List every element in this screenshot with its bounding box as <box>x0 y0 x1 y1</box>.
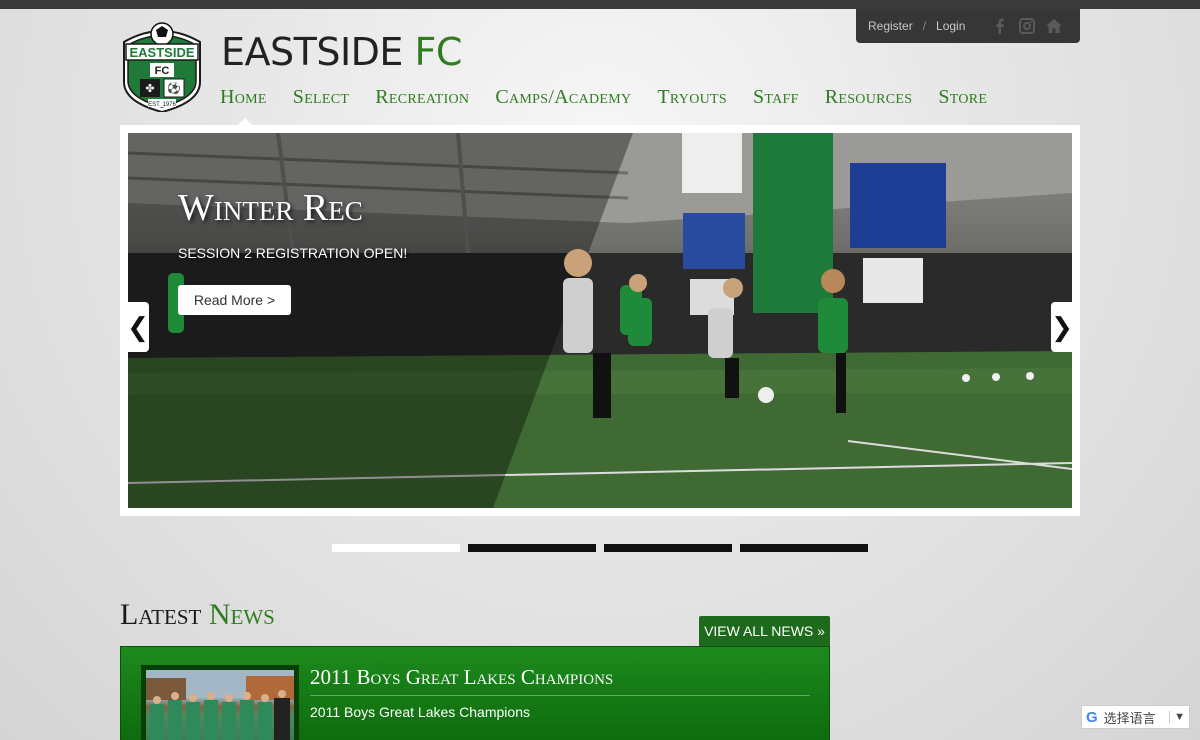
nav-item-staff[interactable]: Staff <box>753 86 799 109</box>
slider-next-button[interactable]: ❯ <box>1051 302 1073 352</box>
news-divider <box>310 695 810 696</box>
logo-badge: FC <box>155 65 170 77</box>
top-bar <box>0 0 1200 9</box>
nav-item-home[interactable]: Home <box>220 86 267 109</box>
nav-item-store[interactable]: Store <box>938 86 987 109</box>
social-links <box>991 17 1063 35</box>
login-link[interactable]: Login <box>936 19 965 33</box>
site-title[interactable]: EASTSIDE FC <box>221 30 462 74</box>
account-panel: Register / Login <box>856 9 1080 43</box>
team-photo <box>146 670 294 740</box>
svg-text:⚽: ⚽ <box>166 82 181 95</box>
nav-item-select[interactable]: Select <box>293 86 349 109</box>
news-item-summary: 2011 Boys Great Lakes Champions <box>310 704 530 720</box>
nav-item-tryouts[interactable]: Tryouts <box>657 86 727 109</box>
slider-dot-4[interactable] <box>740 544 868 552</box>
news-heading-accent: News <box>208 598 275 631</box>
site-title-accent: FC <box>414 30 463 74</box>
read-more-button[interactable]: Read More > <box>178 285 291 315</box>
news-list: 2011 Boys Great Lakes Champions 2011 Boy… <box>120 646 830 740</box>
main-nav: Home Select Recreation Camps/Academy Try… <box>220 86 1013 109</box>
slide-title: Winter Rec <box>178 187 363 229</box>
slider-dot-1[interactable] <box>332 544 460 552</box>
nav-item-resources[interactable]: Resources <box>825 86 913 109</box>
slide-subtitle: SESSION 2 REGISTRATION OPEN! <box>178 245 408 261</box>
logo-wordmark: EASTSIDE <box>129 45 194 60</box>
register-link[interactable]: Register <box>868 19 913 33</box>
slider-dot-3[interactable] <box>604 544 732 552</box>
chevron-down-icon: ▼ <box>1169 711 1189 723</box>
site-title-main: EASTSIDE <box>221 30 403 74</box>
account-separator: / <box>922 19 927 33</box>
slider-dot-2[interactable] <box>468 544 596 552</box>
club-logo[interactable]: EASTSIDE FC ✤ ⚽ EST. 1976 <box>120 20 204 114</box>
view-all-news-button[interactable]: VIEW ALL NEWS » <box>699 616 830 646</box>
nav-item-recreation[interactable]: Recreation <box>375 86 469 109</box>
news-heading: Latest News <box>120 598 275 632</box>
instagram-icon[interactable] <box>1018 17 1036 35</box>
news-thumbnail[interactable] <box>141 665 299 740</box>
google-icon: G <box>1086 708 1098 726</box>
logo-est: EST. 1976 <box>148 102 176 108</box>
language-selector[interactable]: G 选择语言 ▼ <box>1081 705 1190 729</box>
home-icon[interactable] <box>1045 17 1063 35</box>
chevron-right-icon: ❯ <box>1051 311 1073 342</box>
chevron-left-icon: ❮ <box>127 311 149 342</box>
slider-pagination <box>332 544 868 552</box>
hero-slider <box>120 125 1080 516</box>
facebook-icon[interactable] <box>991 17 1009 35</box>
news-heading-main: Latest <box>120 598 202 631</box>
language-label: 选择语言 <box>1103 710 1156 726</box>
nav-item-camps-academy[interactable]: Camps/Academy <box>495 86 631 109</box>
news-item-title[interactable]: 2011 Boys Great Lakes Champions <box>310 665 613 690</box>
svg-text:✤: ✤ <box>145 83 154 95</box>
slider-prev-button[interactable]: ❮ <box>127 302 149 352</box>
